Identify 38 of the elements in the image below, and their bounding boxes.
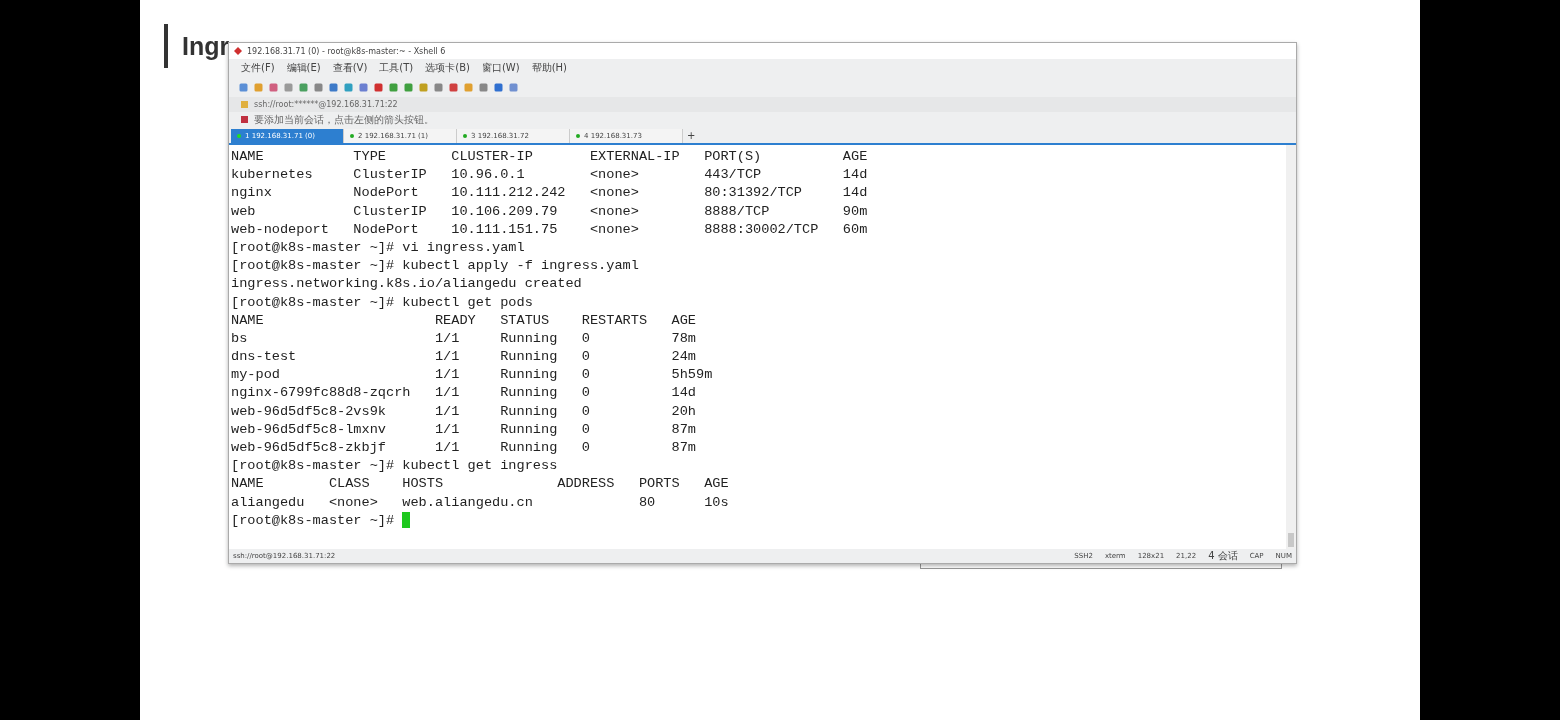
session-icon [241, 116, 248, 123]
menu-item[interactable]: 窗口(W) [481, 61, 520, 75]
menu-item[interactable]: 编辑(E) [286, 61, 321, 75]
window-title: 192.168.31.71 (0) - root@k8s-master:~ - Xshell 6 [247, 46, 446, 56]
status-item: 4 会话 [1208, 549, 1238, 563]
menu-item[interactable]: 帮助(H) [531, 61, 567, 75]
menu-item[interactable]: 文件(F) [241, 61, 275, 75]
terminal-line: my-pod 1/1 Running 0 5h59m [231, 366, 714, 385]
new-tab-button[interactable]: + [683, 129, 700, 141]
terminal-line: nginx-6799fc88d8-zqcrh 1/1 Running 0 14d [231, 384, 697, 403]
address-field[interactable]: ssh://root:******@192.168.31.71:22 [254, 100, 398, 109]
terminal-line: NAME TYPE CLUSTER-IP EXTERNAL-IP PORT(S) AGE [231, 148, 869, 166]
terminal-line: dns-test 1/1 Running 0 24m [231, 348, 697, 367]
scrollbar[interactable] [1286, 145, 1296, 549]
terminal-line: web-96d5df5c8-2vs9k 1/1 Running 0 20h [231, 402, 697, 421]
terminal-line: bs 1/1 Running 0 78m [231, 329, 697, 348]
terminal-line: web-96d5df5c8-lmxnv 1/1 Running 0 87m [231, 420, 697, 439]
terminal-line: [root@k8s-master ~]# kubectl get ingress [231, 457, 559, 476]
menu-item[interactable]: 选项卡(B) [425, 61, 470, 75]
terminal-line: web ClusterIP 10.106.209.79 <none> 8888/TCP 90m [231, 202, 869, 221]
terminal-line: [root@k8s-master ~]# kubectl apply -f ingress.yaml [231, 257, 640, 276]
terminal-line: nginx NodePort 10.111.212.242 <none> 80:31392/TCP 14d [231, 184, 869, 203]
hint-text: 要添加当前会话，点击左侧的箭头按钮。 [254, 112, 434, 127]
terminal-line: ingress.networking.k8s.io/aliangedu created [231, 275, 583, 294]
menu-item[interactable]: 查看(V) [332, 61, 368, 75]
terminal-line: NAME CLASS HOSTS ADDRESS PORTS AGE [231, 475, 730, 494]
terminal-line: kubernetes ClusterIP 10.96.0.1 <none> 443/TCP 14d [231, 166, 869, 185]
terminal-line: NAME READY STATUS RESTARTS AGE [231, 311, 697, 330]
text-cursor [402, 511, 411, 528]
terminal-line: aliangedu <none> web.aliangedu.cn 80 10s [231, 493, 730, 512]
terminal-prompt: [root@k8s-master ~]# [231, 511, 396, 530]
app-icon [233, 46, 243, 56]
terminal-line: [root@k8s-master ~]# vi ingress.yaml [231, 238, 526, 257]
terminal-line: [root@k8s-master ~]# kubectl get pods [231, 293, 534, 312]
terminal-line: web-nodeport NodePort 10.111.151.75 <none> 8888:30002/TCP 60m [231, 220, 869, 239]
terminal-line: web-96d5df5c8-zkbjf 1/1 Running 0 87m [231, 439, 697, 457]
slide-title: Ingr [182, 31, 230, 61]
menu-item[interactable]: 工具(T) [379, 61, 414, 75]
